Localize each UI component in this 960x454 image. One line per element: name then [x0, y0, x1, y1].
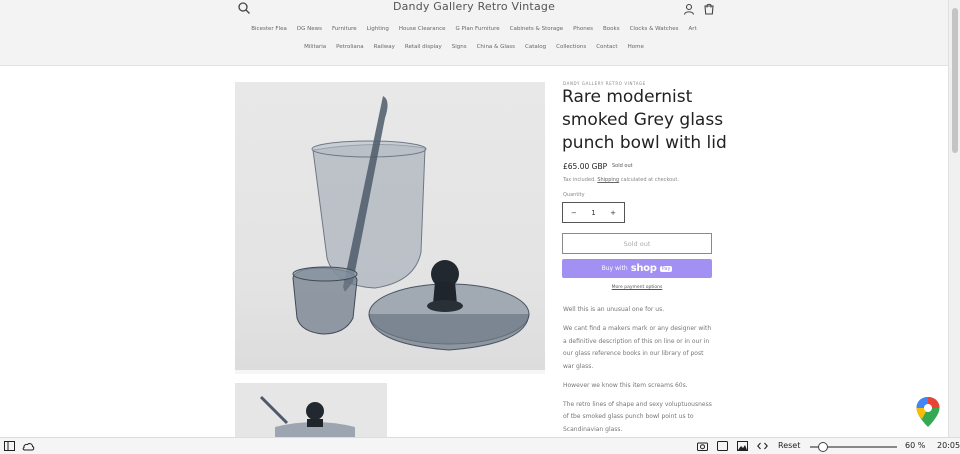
- clock: 20:05: [937, 441, 960, 450]
- zoom-slider[interactable]: [810, 442, 897, 452]
- scrollbar-thumb[interactable]: [952, 8, 958, 153]
- nav-link[interactable]: China & Glass: [472, 42, 520, 52]
- nav-link[interactable]: Petroliana: [331, 42, 368, 52]
- nav-link[interactable]: Lighting: [362, 24, 394, 34]
- product-thumbnail[interactable]: [235, 383, 387, 437]
- nav-link[interactable]: DG News: [292, 24, 327, 34]
- quantity-input[interactable]: 1: [591, 209, 595, 217]
- nav-link[interactable]: Signs: [447, 42, 472, 52]
- nav-link[interactable]: Art: [684, 24, 702, 34]
- bottom-toolbar: Reset 60 % 20:05: [0, 437, 960, 454]
- nav-link[interactable]: Catalog: [520, 42, 551, 52]
- zoom-slider-knob[interactable]: [817, 442, 828, 452]
- window-icon[interactable]: [717, 441, 728, 451]
- nav-link[interactable]: Retail display: [400, 42, 447, 52]
- account-icon[interactable]: [683, 0, 695, 15]
- product-price: £65.00 GBP: [563, 162, 608, 171]
- nav-link[interactable]: Bicester Flea: [246, 24, 292, 34]
- cloud-icon[interactable]: [22, 441, 35, 451]
- tax-note: Tax included. Shipping calculated at che…: [563, 177, 679, 183]
- cart-icon[interactable]: [703, 0, 715, 15]
- shipping-link[interactable]: Shipping: [597, 177, 619, 183]
- quantity-decrease-button[interactable]: −: [571, 209, 577, 217]
- code-icon[interactable]: [757, 441, 768, 451]
- product-main-image[interactable]: [235, 82, 545, 374]
- product-title: Rare modernist smoked Grey glass punch b…: [562, 87, 727, 153]
- camera-icon[interactable]: [697, 441, 708, 451]
- tax-prefix: Tax included.: [563, 177, 596, 183]
- image-icon[interactable]: [737, 441, 748, 451]
- shop-pay-button[interactable]: Buy with shop Pay: [562, 259, 712, 278]
- site-header: Dandy Gallery Retro Vintage Bicester Fle…: [0, 0, 948, 66]
- nav-link[interactable]: Contact: [591, 42, 622, 52]
- description-paragraph: The retro lines of shape and sexy volupt…: [563, 400, 712, 433]
- quantity-label: Quantity: [563, 192, 585, 198]
- sidebar-icon[interactable]: [4, 441, 15, 451]
- main-nav-row-1: Bicester Flea DG News Furniture Lighting…: [0, 24, 948, 34]
- sold-out-button[interactable]: Sold out: [562, 233, 712, 254]
- zoom-level: 60 %: [905, 441, 926, 450]
- product-description: Well this is an unusual one for us. We c…: [563, 304, 715, 443]
- tax-suffix: calculated at checkout.: [620, 177, 679, 183]
- nav-link[interactable]: Collections: [551, 42, 591, 52]
- nav-link[interactable]: Phones: [568, 24, 598, 34]
- nav-link[interactable]: Home: [623, 42, 649, 52]
- nav-link[interactable]: Clocks & Watches: [625, 24, 684, 34]
- quantity-increase-button[interactable]: +: [610, 209, 616, 217]
- sold-out-badge: Sold out: [612, 163, 633, 169]
- description-paragraph: We cant find a makers mark or any design…: [563, 325, 712, 370]
- nav-link[interactable]: House Clearance: [394, 24, 451, 34]
- zoom-reset-button[interactable]: Reset: [778, 441, 800, 450]
- shop-logo: shop: [630, 263, 657, 274]
- buy-with-label: Buy with: [601, 265, 628, 272]
- nav-link[interactable]: Furniture: [327, 24, 362, 34]
- nav-link[interactable]: Militaria: [299, 42, 331, 52]
- nav-link[interactable]: Cabinets & Storage: [505, 24, 568, 34]
- quantity-stepper: − 1 +: [562, 202, 625, 223]
- nav-link[interactable]: Railway: [369, 42, 400, 52]
- nav-link[interactable]: Books: [598, 24, 625, 34]
- description-paragraph: However we know this item screams 60s.: [563, 381, 688, 389]
- site-brand[interactable]: Dandy Gallery Retro Vintage: [0, 0, 948, 13]
- maps-pin-icon[interactable]: [915, 396, 941, 428]
- nav-link[interactable]: G Plan Furniture: [451, 24, 505, 34]
- pay-tag: Pay: [659, 265, 673, 272]
- vertical-scrollbar[interactable]: [948, 0, 960, 437]
- main-nav-row-2: Militaria Petroliana Railway Retail disp…: [0, 42, 948, 52]
- more-payment-options-link[interactable]: More payment options: [562, 285, 712, 290]
- description-paragraph: Well this is an unusual one for us.: [563, 306, 665, 313]
